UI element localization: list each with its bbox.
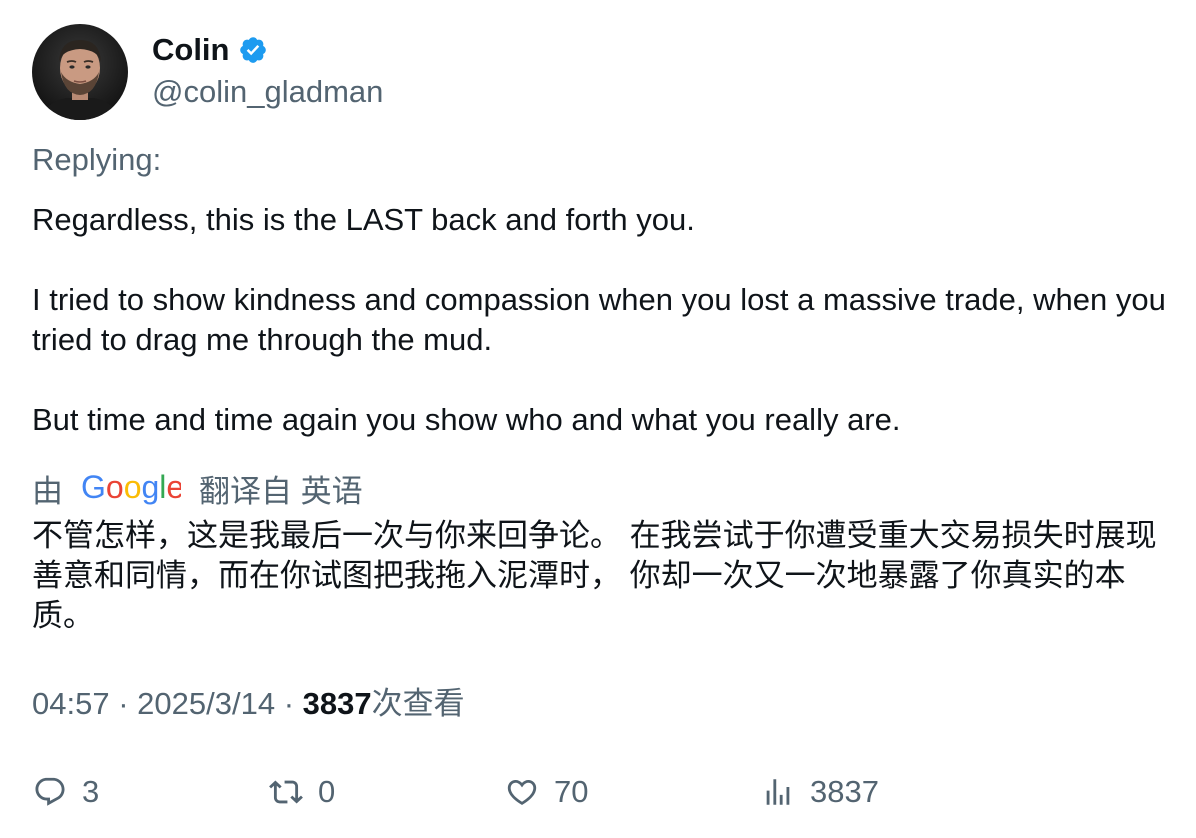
google-logo-icon: Google (81, 468, 181, 508)
tweet-date[interactable]: 2025/3/14 (137, 686, 275, 721)
tweet-header: Colin @colin_gladman (32, 24, 383, 120)
tweet-time[interactable]: 04:57 (32, 686, 110, 721)
name-row: Colin (152, 32, 383, 68)
retweet-button[interactable]: 0 (268, 772, 335, 812)
user-handle[interactable]: @colin_gladman (152, 72, 383, 112)
tweet-paragraph: Regardless, this is the LAST back and fo… (32, 202, 695, 237)
verified-badge-icon (238, 35, 268, 65)
reply-icon (32, 774, 68, 810)
views-chart-icon (760, 774, 796, 810)
translated-text: 不管怎样，这是我最后一次与你来回争论。 在我尝试于你遭受重大交易损失时展现善意和… (32, 518, 1157, 633)
reply-button[interactable]: 3 (32, 772, 99, 812)
translation-suffix: 翻译自 英语 (199, 473, 363, 509)
tweet-meta: 04:57 · 2025/3/14 · 3837次查看 (32, 684, 465, 724)
reply-count: 3 (82, 774, 100, 809)
views-action-count: 3837 (810, 774, 879, 809)
views-label: 次查看 (371, 686, 465, 721)
meta-separator: · (118, 686, 129, 721)
avatar[interactable] (32, 24, 128, 120)
display-name[interactable]: Colin (152, 32, 230, 68)
tweet-text: Regardless, this is the LAST back and fo… (32, 200, 1172, 440)
action-bar: 3 0 70 3837 (32, 772, 1172, 812)
avatar-image (32, 24, 128, 120)
user-names: Colin @colin_gladman (152, 32, 383, 112)
replying-label: Replying: (32, 142, 162, 177)
google-wordmark: Google (81, 469, 181, 505)
heart-icon (504, 774, 540, 810)
translation-prefix: 由 (32, 473, 63, 509)
like-count: 70 (554, 774, 589, 809)
views-button[interactable]: 3837 (760, 772, 879, 812)
tweet-paragraph: But time and time again you show who and… (32, 402, 901, 437)
tweet-paragraph: I tried to show kindness and compassion … (32, 282, 1166, 357)
meta-separator: · (283, 686, 295, 721)
retweet-count: 0 (318, 774, 336, 809)
google-wordmark-text: Google (81, 469, 181, 505)
retweet-icon (268, 774, 304, 810)
like-button[interactable]: 70 (504, 772, 588, 812)
views-count: 3837 (302, 686, 372, 721)
translation-attribution[interactable]: 由 Google 翻译自 英语 (32, 468, 363, 509)
